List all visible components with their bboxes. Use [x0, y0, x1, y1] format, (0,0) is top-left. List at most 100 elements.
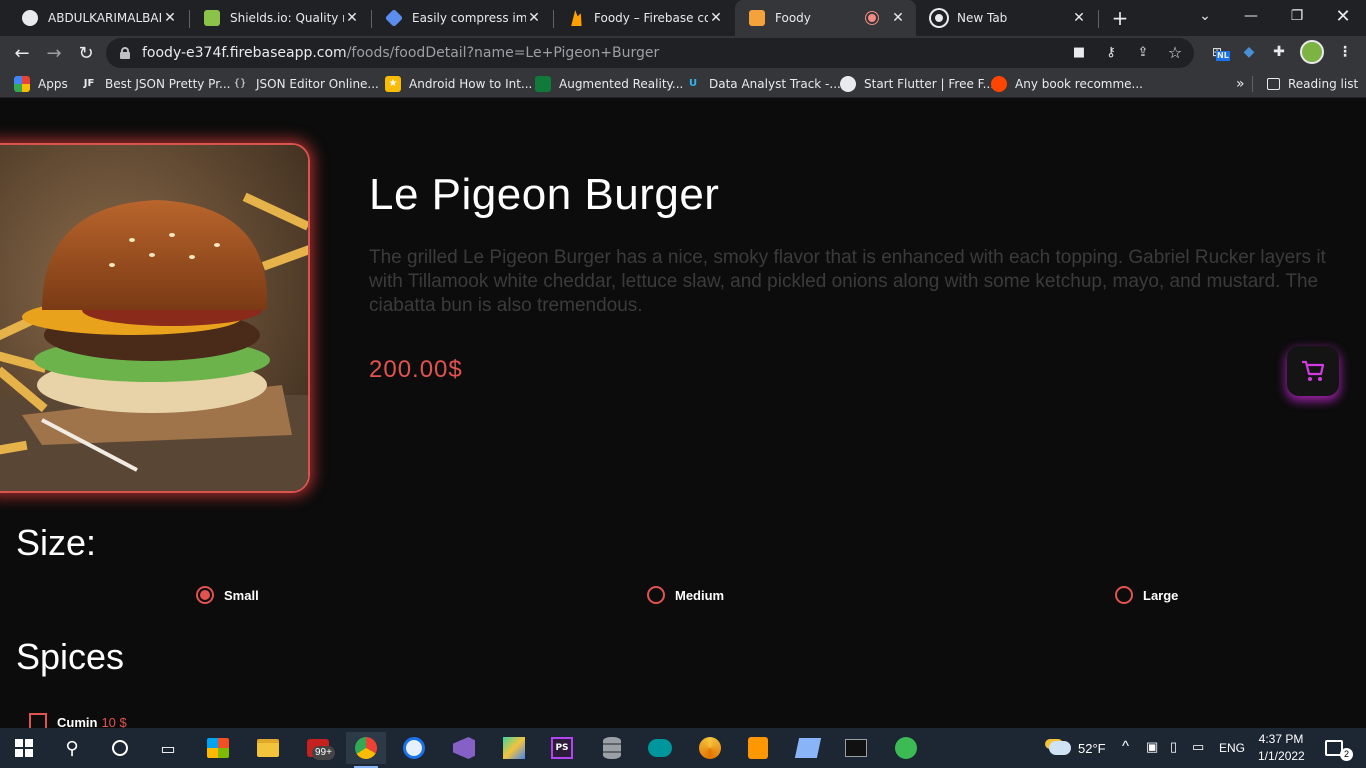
- cortana-icon[interactable]: [100, 732, 140, 764]
- usb-icon[interactable]: ▯: [1170, 739, 1177, 755]
- telegram-icon[interactable]: [886, 732, 926, 764]
- foody-icon: [749, 10, 765, 26]
- puzzle-blue-icon[interactable]: ◆: [1238, 41, 1260, 63]
- udacity-icon: U: [688, 78, 698, 89]
- tab-search-icon[interactable]: ⌄: [1182, 0, 1228, 32]
- minimize-button[interactable]: —: [1228, 0, 1274, 32]
- visual-studio-icon[interactable]: [444, 732, 484, 764]
- bookmark-android[interactable]: ★ Android How to Int...: [385, 75, 532, 93]
- app-grid-icon[interactable]: [494, 732, 534, 764]
- gmail-icon[interactable]: 99+: [298, 732, 338, 764]
- terminal-icon[interactable]: [836, 732, 876, 764]
- key-icon[interactable]: ⚷: [1102, 44, 1120, 62]
- battery-icon[interactable]: ▭: [1192, 739, 1204, 755]
- radio-unselected[interactable]: [1115, 586, 1133, 604]
- windows-start-icon[interactable]: [4, 732, 44, 764]
- tab-shields[interactable]: Shields.io: Quality met ✕: [190, 0, 370, 36]
- notification-count: 2: [1340, 748, 1353, 761]
- chevron-up-icon[interactable]: ^: [1122, 738, 1129, 755]
- close-icon[interactable]: ✕: [708, 10, 724, 26]
- language-indicator[interactable]: ENG: [1219, 741, 1245, 755]
- food-image: [0, 143, 310, 493]
- reading-list-button[interactable]: Reading list: [1252, 75, 1358, 93]
- clock-time[interactable]: 4:37 PM: [1258, 732, 1304, 746]
- add-to-cart-button[interactable]: [1287, 346, 1339, 396]
- bookmark-label: Android How to Int...: [409, 77, 533, 91]
- weather-icon[interactable]: [1040, 732, 1080, 764]
- bookmark-ar[interactable]: Augmented Reality...: [535, 75, 683, 93]
- tab-title: Foody: [775, 11, 811, 25]
- size-option-small[interactable]: Small: [196, 586, 259, 604]
- tab-foody[interactable]: Foody ✕: [735, 0, 916, 36]
- sublime-icon[interactable]: [738, 732, 778, 764]
- mail-badge: 99+: [312, 746, 335, 760]
- close-icon[interactable]: ✕: [344, 10, 360, 26]
- search-icon[interactable]: ⚲: [52, 732, 92, 764]
- url-host: foody-e374f.firebaseapp.com: [142, 45, 347, 61]
- notes-icon[interactable]: [788, 732, 828, 764]
- globe-icon: [840, 76, 856, 92]
- more-bookmarks-button[interactable]: »: [1236, 75, 1245, 93]
- forward-arrow-icon[interactable]: →: [40, 39, 68, 67]
- tab-title: Foody – Firebase cons: [594, 11, 708, 25]
- translate-extension-icon[interactable]: ⊞NL: [1206, 41, 1230, 63]
- app-spiral-icon[interactable]: [690, 732, 730, 764]
- extensions-icon[interactable]: ✚: [1268, 41, 1290, 63]
- camera-icon[interactable]: ■: [1070, 44, 1088, 62]
- bookmark-label: Apps: [38, 77, 68, 91]
- tab-firebase[interactable]: Foody – Firebase cons ✕: [554, 0, 734, 36]
- app-w-icon[interactable]: [394, 732, 434, 764]
- close-icon[interactable]: ✕: [526, 10, 542, 26]
- file-explorer-icon[interactable]: [248, 732, 288, 764]
- bookmark-star-icon[interactable]: ☆: [1166, 44, 1184, 62]
- notifications-icon[interactable]: 2: [1314, 732, 1354, 764]
- back-arrow-icon[interactable]: ←: [8, 39, 36, 67]
- browser-toolbar: ← → ↻ foody-e374f.firebaseapp.com/foods/…: [0, 36, 1366, 70]
- task-view-icon[interactable]: ▭: [148, 732, 188, 764]
- bookmark-data-analyst[interactable]: U Data Analyst Track -...: [685, 75, 841, 93]
- profile-avatar[interactable]: [1300, 40, 1324, 64]
- tab-compress[interactable]: Easily compress image ✕: [372, 0, 552, 36]
- bookmarks-bar: Apps JF Best JSON Pretty Pr... {} JSON E…: [0, 70, 1366, 98]
- extension-badge: NL: [1216, 51, 1230, 61]
- burger-illustration: [0, 145, 308, 491]
- radio-selected[interactable]: [196, 586, 214, 604]
- chrome-taskbar-icon[interactable]: [346, 732, 386, 768]
- bookmark-apps[interactable]: Apps: [14, 75, 68, 93]
- size-option-medium[interactable]: Medium: [647, 586, 724, 604]
- restore-button[interactable]: ❐: [1274, 0, 1320, 32]
- radio-dot: [200, 590, 210, 600]
- new-tab-button[interactable]: +: [1108, 6, 1132, 30]
- clock-date[interactable]: 1/1/2022: [1258, 749, 1305, 763]
- bookmark-reddit[interactable]: Any book recomme...: [991, 75, 1143, 93]
- bookmark-flutter[interactable]: Start Flutter | Free F...: [840, 75, 994, 93]
- url-path: /foods/foodDetail?name=Le+Pigeon+Burger: [346, 45, 660, 61]
- radio-unselected[interactable]: [647, 586, 665, 604]
- radio-label: Small: [224, 587, 259, 603]
- menu-kebab-icon[interactable]: ⋮: [1334, 41, 1356, 63]
- weather-text[interactable]: 52°F: [1078, 741, 1106, 756]
- reload-icon[interactable]: ↻: [72, 39, 100, 67]
- firebase-icon: [571, 10, 582, 26]
- tab-new-tab[interactable]: New Tab ✕: [917, 0, 1097, 36]
- share-icon[interactable]: ⇪: [1134, 44, 1152, 62]
- close-icon[interactable]: ✕: [1071, 10, 1087, 26]
- phpstorm-icon[interactable]: PS: [542, 732, 582, 764]
- radio-label: Large: [1143, 587, 1179, 603]
- arduino-icon[interactable]: [640, 732, 680, 764]
- close-icon[interactable]: ✕: [162, 10, 178, 26]
- spice-checkbox[interactable]: [29, 713, 47, 728]
- store-icon[interactable]: [198, 732, 238, 764]
- bookmark-json-pretty[interactable]: JF Best JSON Pretty Pr...: [81, 75, 231, 93]
- size-option-large[interactable]: Large: [1115, 586, 1178, 604]
- tab-github[interactable]: ABDULKARIMALBAIK/ ✕: [8, 0, 188, 36]
- meet-now-icon[interactable]: ▣: [1146, 739, 1158, 755]
- url-text[interactable]: foody-e374f.firebaseapp.com/foods/foodDe…: [142, 45, 659, 61]
- address-bar[interactable]: foody-e374f.firebaseapp.com/foods/foodDe…: [106, 38, 1194, 68]
- spice-option-cumin[interactable]: Cumin 10 $: [29, 713, 127, 728]
- close-icon[interactable]: ✕: [890, 10, 906, 26]
- close-window-button[interactable]: ✕: [1320, 0, 1366, 32]
- windows-taskbar: ⚲ ▭ 99+ PS 52°F ^ ▣ ▯ ▭ ENG 4:37 PM 1/1/…: [0, 728, 1366, 768]
- bookmark-json-editor[interactable]: {} JSON Editor Online...: [232, 75, 379, 93]
- database-icon[interactable]: [592, 732, 632, 764]
